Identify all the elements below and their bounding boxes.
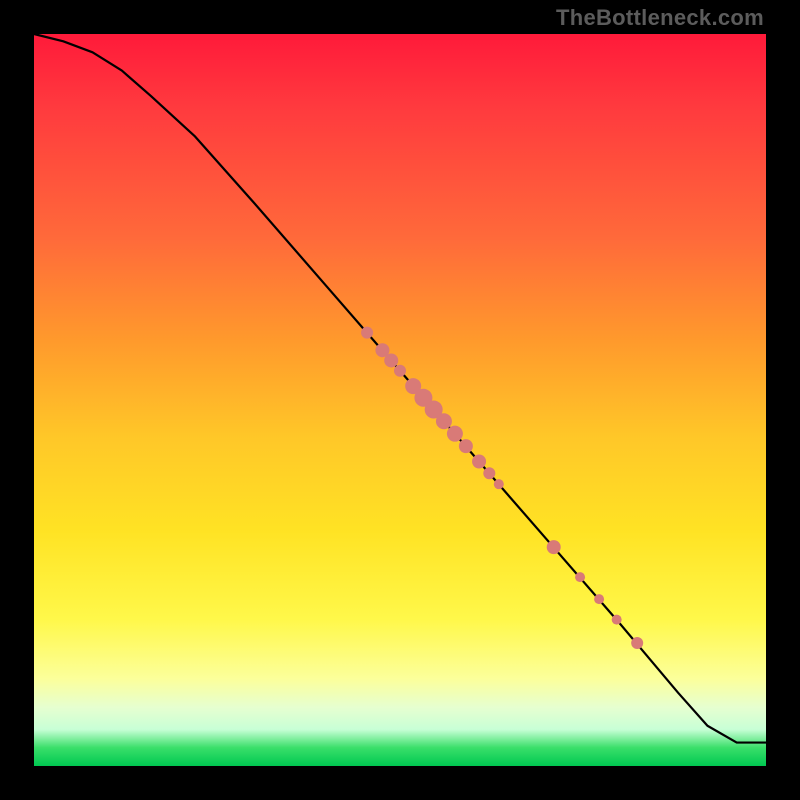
chart-frame: TheBottleneck.com <box>0 0 800 800</box>
data-point <box>631 637 643 649</box>
data-point <box>361 327 373 339</box>
chart-svg <box>34 34 766 766</box>
data-point <box>472 454 486 468</box>
data-point <box>394 365 406 377</box>
data-point <box>447 426 463 442</box>
data-point <box>436 413 452 429</box>
plot-area <box>34 34 766 766</box>
data-point <box>594 594 604 604</box>
data-point <box>459 439 473 453</box>
data-point <box>547 540 561 554</box>
data-point <box>384 353 398 367</box>
data-point <box>612 615 622 625</box>
data-point <box>483 467 495 479</box>
curve-line <box>34 34 766 743</box>
data-point <box>494 479 504 489</box>
watermark-text: TheBottleneck.com <box>556 5 764 31</box>
data-point <box>575 572 585 582</box>
scatter-points <box>361 327 643 649</box>
